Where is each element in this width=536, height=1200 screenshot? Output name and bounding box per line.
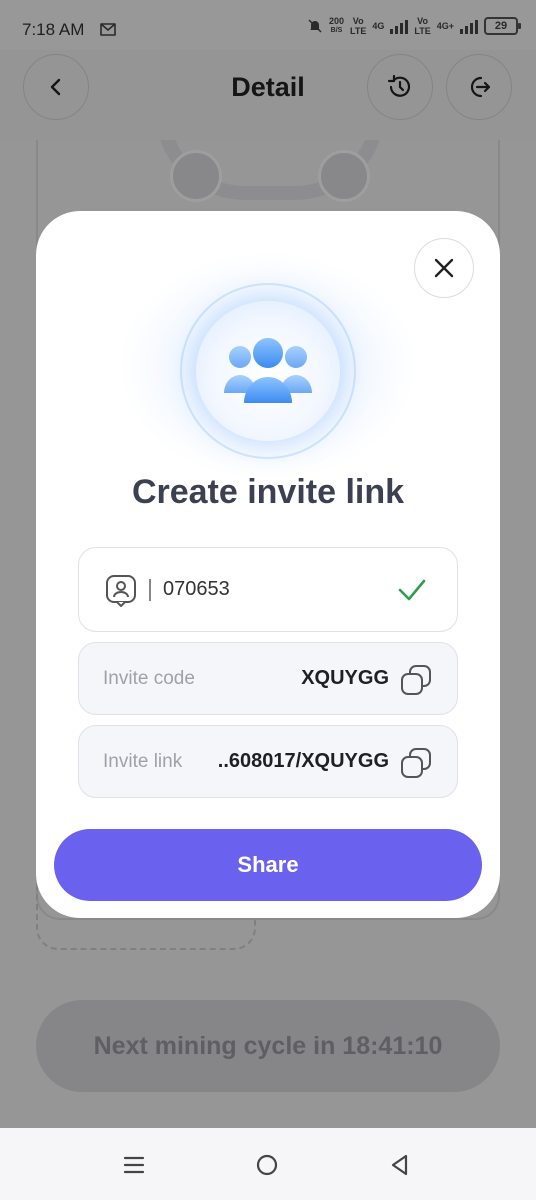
invite-link-value: ..608017/XQUYGG	[217, 750, 389, 772]
close-button[interactable]	[414, 238, 474, 298]
copy-icon[interactable]	[399, 746, 433, 780]
users-group-icon	[224, 338, 312, 403]
invite-code-value: XQUYGG	[301, 667, 389, 689]
menu-icon	[123, 1156, 145, 1174]
user-badge-icon	[106, 575, 136, 607]
home-icon	[256, 1154, 278, 1176]
invite-code-label: Invite code	[103, 668, 195, 689]
invite-modal: Create invite link 070653 Invite code XQ…	[36, 211, 500, 918]
invite-link-field: Invite link ..608017/XQUYGG	[78, 725, 458, 798]
nav-menu-button[interactable]	[119, 1150, 149, 1180]
hero-illustration	[196, 301, 340, 441]
id-value: 070653	[163, 578, 230, 600]
close-icon	[434, 258, 454, 278]
invite-code-field: Invite code XQUYGG	[78, 642, 458, 715]
navigation-bar	[0, 1128, 536, 1200]
nav-home-button[interactable]	[252, 1150, 282, 1180]
copy-icon[interactable]	[399, 663, 433, 697]
id-field[interactable]: 070653	[78, 547, 458, 632]
share-button[interactable]: Share	[54, 829, 482, 901]
field-separator	[149, 579, 151, 601]
back-triangle-icon	[391, 1154, 408, 1176]
invite-link-label: Invite link	[103, 751, 183, 772]
check-icon	[398, 579, 426, 601]
nav-back-button[interactable]	[385, 1150, 415, 1180]
modal-title: Create invite link	[131, 473, 405, 511]
